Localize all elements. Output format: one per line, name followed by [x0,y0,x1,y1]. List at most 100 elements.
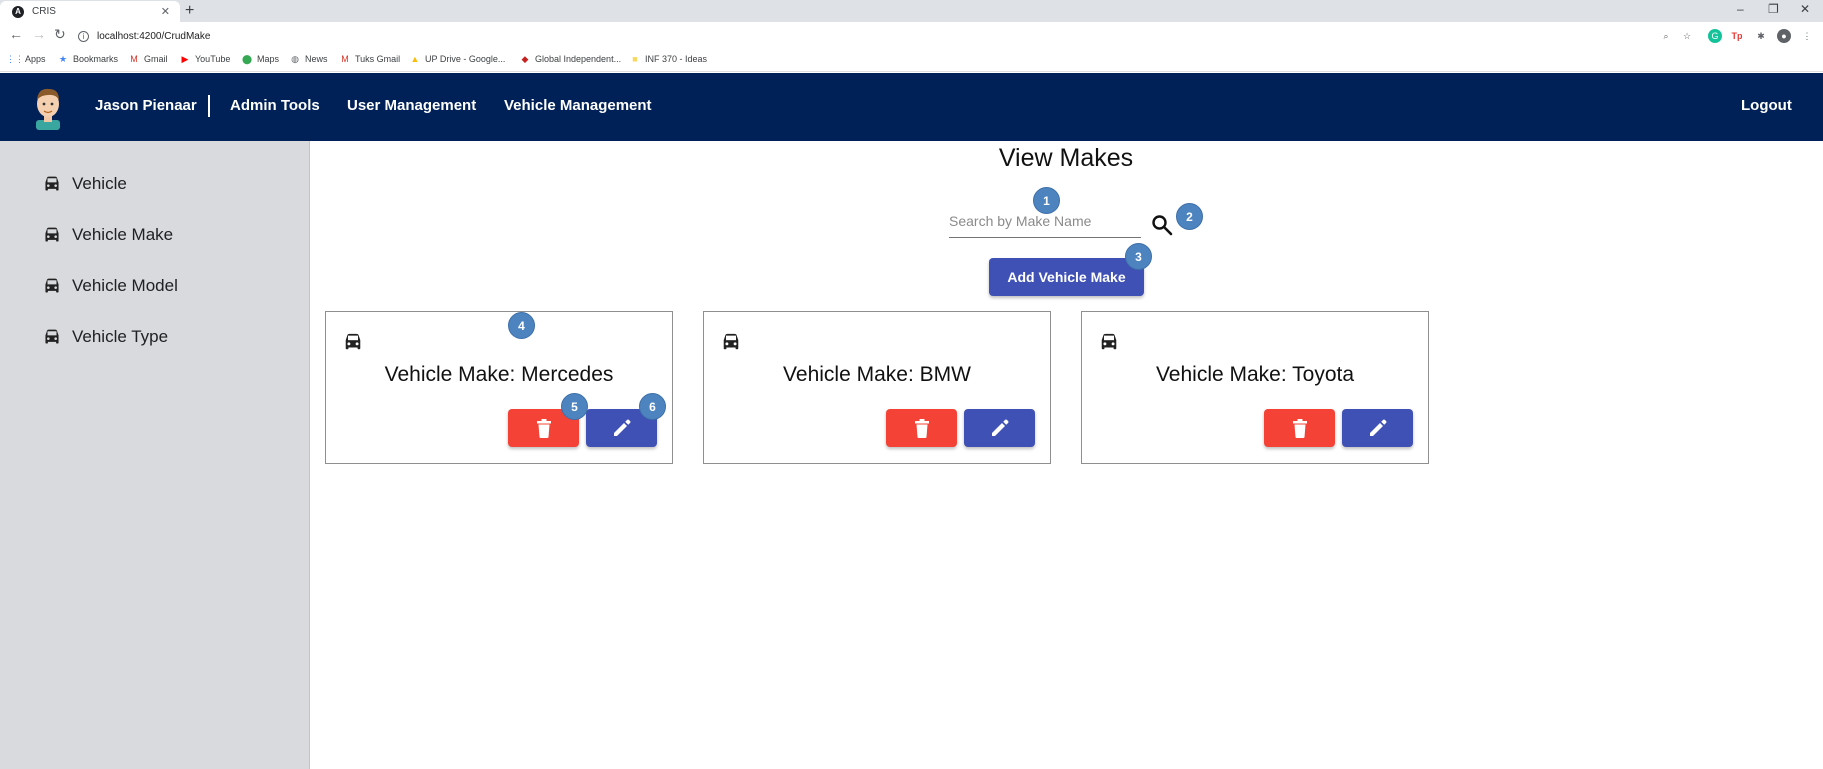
nav-link-vehicle-management[interactable]: Vehicle Management [504,97,652,114]
edit-button[interactable] [1342,409,1413,447]
browser-tab-title: CRIS [32,6,56,17]
edit-button[interactable] [964,409,1035,447]
address-bar[interactable]: i localhost:4200/CrudMake [78,25,210,47]
annotation-marker-2: 2 [1176,203,1203,230]
pencil-icon [1369,419,1386,436]
car-icon [345,333,361,350]
bookmark-label: Global Independent... [535,54,622,64]
browser-menu-icon[interactable]: ⋮ [1800,29,1814,43]
grammarly-extension-icon[interactable]: G [1708,29,1722,43]
site-info-icon[interactable]: i [78,30,89,42]
bookmark-item[interactable]: ■ INF 370 - Ideas [630,54,707,64]
car-icon [45,176,59,191]
annotation-marker-5: 5 [561,393,588,420]
vehicle-make-card: Vehicle Make: Toyota [1081,311,1429,464]
bookmark-label: Bookmarks [73,54,119,64]
add-vehicle-make-button[interactable]: Add Vehicle Make [989,258,1144,296]
bookmark-label: UP Drive - Google... [425,54,506,64]
delete-button[interactable] [886,409,957,447]
vehicle-make-card: Vehicle Make: BMW [703,311,1051,464]
bookmark-label: News [305,54,328,64]
car-icon [1101,333,1117,350]
logout-link[interactable]: Logout [1741,97,1792,114]
bookmark-item[interactable]: ★ Bookmarks [58,53,119,65]
minimize-icon[interactable]: – [1737,2,1744,16]
trash-icon [536,418,551,438]
zoom-icon[interactable]: ⌕ [1659,29,1673,43]
angular-favicon-icon: A [12,5,24,18]
gmail-icon: M [130,54,138,64]
annotation-marker-4: 4 [508,312,535,339]
link-icon: ◆ [521,53,529,64]
page-title: View Makes [998,144,1134,172]
tp-extension-icon[interactable]: Tp [1730,29,1744,43]
car-icon [723,333,739,350]
bookmark-item[interactable]: ◆ Global Independent... [520,53,622,65]
nav-link-admin-tools[interactable]: Admin Tools [230,97,320,114]
bookmarks-bar: ⋮⋮ Apps ★ Bookmarks M Gmail ▶ YouTube ⬤ Maps ◍ News… [0,50,1823,72]
browser-tab-strip: A CRIS ✕ + – ❐ ✕ [0,0,1823,22]
bookmark-label: INF 370 - Ideas [645,54,708,64]
extensions-puzzle-icon[interactable]: ✱ [1754,29,1768,43]
sidebar-item-label: Vehicle Model [72,276,178,295]
sidebar-item-vehicle[interactable]: Vehicle [42,172,127,196]
card-title: Vehicle Make: Mercedes [384,363,614,386]
app-navbar: Jason Pienaar Admin Tools User Managemen… [0,73,1823,141]
annotation-marker-6: 6 [639,393,666,420]
new-tab-icon[interactable]: + [185,2,194,20]
sidebar: Vehicle Vehicle Make Vehicle Model Vehic… [0,141,310,769]
bookmark-item[interactable]: ◍ News [290,53,328,65]
gmail-icon: M [341,54,349,64]
user-avatar [36,88,60,130]
trash-icon [914,418,929,438]
url-text: localhost:4200/CrudMake [97,30,211,42]
browser-tab[interactable]: A CRIS ✕ [0,1,180,22]
car-icon [45,227,59,242]
maps-pin-icon: ⬤ [241,53,253,64]
bookmark-label: Tuks Gmail [355,54,401,64]
restore-icon[interactable]: ❐ [1768,2,1779,16]
trash-icon [1292,418,1307,438]
bookmark-item[interactable]: ⬤ Maps [241,53,280,65]
sidebar-item-vehicle-type[interactable]: Vehicle Type [42,325,168,349]
sidebar-item-vehicle-make[interactable]: Vehicle Make [42,223,173,247]
navbar-divider [208,95,210,117]
forward-arrow-icon[interactable]: → [32,26,46,42]
bookmark-item[interactable]: ▶ YouTube [180,53,231,65]
apps-grid-icon: ⋮⋮ [6,53,24,64]
tab-close-icon[interactable]: ✕ [161,5,170,18]
sidebar-item-label: Vehicle Make [72,225,174,244]
profile-avatar-icon[interactable]: ● [1777,29,1791,43]
bookmark-label: YouTube [195,54,231,64]
bookmark-item[interactable]: ▲ UP Drive - Google... [410,54,506,64]
card-title: Vehicle Make: BMW [783,363,971,386]
reload-icon[interactable]: ↻ [54,26,66,43]
star-icon: ★ [58,53,68,64]
bookmark-item[interactable]: M Tuks Gmail [340,54,400,64]
car-icon [45,278,59,293]
drive-icon: ▲ [410,54,420,64]
bookmark-label: Apps [25,54,46,64]
annotation-marker-1: 1 [1033,187,1060,214]
search-icon[interactable] [1150,213,1174,237]
youtube-icon: ▶ [181,53,189,64]
folder-icon: ■ [632,54,638,64]
vehicle-make-card: Vehicle Make: Mercedes [325,311,673,464]
nav-link-user-management[interactable]: User Management [347,97,476,114]
window-close-icon[interactable]: ✕ [1800,2,1810,16]
sidebar-item-label: Vehicle Type [72,327,169,346]
sidebar-item-label: Vehicle [72,174,127,193]
back-arrow-icon[interactable]: ← [9,26,23,42]
globe-icon: ◍ [291,53,299,64]
bookmark-item[interactable]: M Gmail [129,54,168,64]
annotation-marker-3: 3 [1125,243,1152,270]
browser-toolbar: ← → ↻ i localhost:4200/CrudMake ⌕ ☆ G Tp… [0,22,1823,50]
delete-button[interactable] [1264,409,1335,447]
user-name: Jason Pienaar [95,97,197,114]
sidebar-item-vehicle-model[interactable]: Vehicle Model [42,274,178,298]
bookmark-item[interactable]: ⋮⋮ Apps [6,53,46,65]
car-icon [45,329,59,344]
bookmark-star-icon[interactable]: ☆ [1680,29,1694,43]
bookmark-label: Maps [257,54,280,64]
bookmark-label: Gmail [144,54,168,64]
